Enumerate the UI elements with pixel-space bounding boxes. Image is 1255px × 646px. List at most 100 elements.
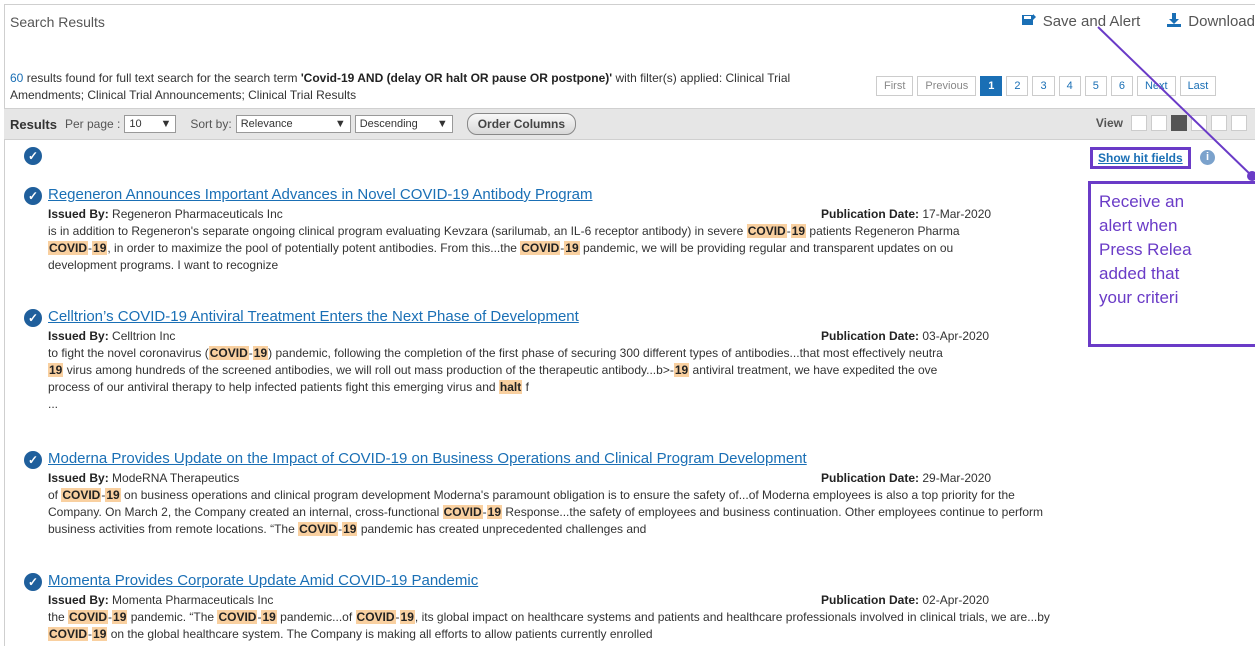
info-icon[interactable]: i [1200,150,1215,165]
show-hit-fields-link[interactable]: Show hit fields [1090,147,1191,169]
view-switcher: View [1096,115,1247,131]
publication-date-label: Publication Date: [821,471,920,485]
pager-page-2[interactable]: 2 [1006,76,1029,96]
compact-view-icon[interactable] [1191,115,1207,131]
pager-page-6[interactable]: 6 [1110,76,1133,96]
per-page-value: 10 [129,118,142,130]
pager-last[interactable]: Last [1179,76,1217,96]
download-button[interactable]: Download [1166,13,1255,30]
alert-callout: Receive an alert when Press Relea added … [1088,181,1255,347]
result-issuer: Issued By: Momenta Pharmaceuticals Inc [48,592,273,609]
order-value: Descending [359,118,418,130]
result-snippet: is in addition to Regeneron's separate o… [48,223,1218,274]
check-circle-icon[interactable]: ✓ [24,309,42,327]
callout-line-1: Receive an [1099,192,1185,211]
page-title: Search Results [10,14,105,30]
hit-highlight: 19 [342,522,358,536]
hit-highlight: 19 [92,241,108,255]
hit-highlight: 19 [486,505,503,519]
publication-date-label: Publication Date: [821,593,920,607]
pie-chart-view-icon[interactable] [1211,115,1227,131]
snippet-text: to fight the novel coronavirus ( [48,346,209,360]
download-icon [1166,13,1182,30]
summary-text: results found for full text search for t… [23,71,301,85]
hit-highlight: COVID [68,610,109,624]
table-view-icon[interactable] [1151,115,1167,131]
save-alert-label: Save and Alert [1042,13,1141,30]
pager-page-1[interactable]: 1 [980,76,1003,96]
hit-highlight: 19 [105,488,121,502]
pager-page-3[interactable]: 3 [1032,76,1055,96]
hit-highlight: COVID [217,610,258,624]
order-select[interactable]: Descending ▼ [354,115,453,133]
grid-view-icon[interactable] [1131,115,1147,131]
pager-next[interactable]: Next [1136,76,1176,96]
result-title-link[interactable]: Moderna Provides Update on the Impact of… [48,450,807,467]
chevron-down-icon: ▼ [436,118,448,130]
snippet-text: ... [48,397,59,411]
issuer-value: Celltrion Inc [112,329,176,343]
snippet-text: of [48,488,62,502]
detail-view-icon[interactable] [1231,115,1247,131]
hit-highlight: COVID [48,627,89,641]
chevron-down-icon: ▼ [160,118,172,130]
save-alert-button[interactable]: Save and Alert [1021,13,1141,30]
select-all-check-icon[interactable]: ✓ [24,147,42,165]
result-issuer: Issued By: ModeRNA Therapeutics [48,470,239,487]
per-page-select[interactable]: 10 ▼ [124,115,177,133]
check-circle-icon[interactable]: ✓ [24,451,42,469]
hit-highlight: COVID [298,522,339,536]
hit-highlight: 19 [564,241,580,255]
hit-highlight: COVID [48,241,89,255]
hit-highlight: 19 [790,224,807,238]
callout-line-2: alert when [1099,216,1178,235]
result-publication-date: Publication Date: 02-Apr-2020 [821,592,989,609]
results-toolbar: Results Per page : 10 ▼ Sort by: Relevanc… [4,108,1255,140]
results-summary: 60 results found for full text search fo… [10,70,840,104]
pager-first[interactable]: First [876,76,914,96]
hit-highlight: COVID [746,224,787,238]
hit-highlight: COVID [61,488,102,502]
hit-highlight: 19 [399,610,415,624]
snippet-text: virus among hundreds of the screened ant… [63,363,674,377]
snippet-text: on business operations and clinical prog… [120,488,1015,502]
pager-page-5[interactable]: 5 [1084,76,1107,96]
result-publication-date: Publication Date: 17-Mar-2020 [821,206,991,223]
issuer-value: ModeRNA Therapeutics [112,471,240,485]
pager-previous[interactable]: Previous [917,76,977,96]
snippet-text: pandemic. “The [127,610,218,624]
result-snippet: the COVID-19 pandemic. “The COVID-19 pan… [48,609,1218,643]
issued-by-label: Issued By: [48,471,109,485]
header-actions: Save and Alert Download [1021,13,1255,30]
callout-line-4: added that [1099,264,1180,283]
publication-date-value: 29-Mar-2020 [922,471,992,485]
snippet-text: , in order to maximize the pool of poten… [107,241,521,255]
result-title-link[interactable]: Celltrion’s COVID-19 Antiviral Treatment… [48,308,579,325]
list-view-icon[interactable] [1171,115,1187,131]
check-circle-icon[interactable]: ✓ [24,187,42,205]
hit-highlight: 19 [673,363,690,377]
pager-page-4[interactable]: 4 [1058,76,1081,96]
issued-by-label: Issued By: [48,593,109,607]
sort-by-value: Relevance [240,118,293,130]
order-columns-button[interactable]: Order Columns [466,113,577,135]
result-title-link[interactable]: Momenta Provides Corporate Update Amid C… [48,572,478,589]
hit-highlight: 19 [112,610,128,624]
results-label: Results [10,116,57,132]
result-title-link[interactable]: Regeneron Announces Important Advances i… [48,186,592,203]
result-publication-date: Publication Date: 29-Mar-2020 [821,470,991,487]
snippet-text: patients Regeneron Pharma [806,224,960,238]
snippet-text: ) pandemic, following the completion of … [268,346,943,360]
hit-highlight: 19 [48,363,64,377]
save-alert-icon [1021,13,1037,30]
publication-date-value: 02-Apr-2020 [922,593,990,607]
snippet-text: development programs. I want to recogniz… [48,258,279,272]
sort-by-select[interactable]: Relevance ▼ [235,115,351,133]
snippet-text: the [48,610,69,624]
hit-highlight: 19 [92,627,108,641]
hit-highlight: halt [498,380,523,394]
issued-by-label: Issued By: [48,329,109,343]
check-circle-icon[interactable]: ✓ [24,573,42,591]
snippet-text: process of our antiviral therapy to help… [48,380,499,394]
hit-highlight: 19 [252,346,269,360]
